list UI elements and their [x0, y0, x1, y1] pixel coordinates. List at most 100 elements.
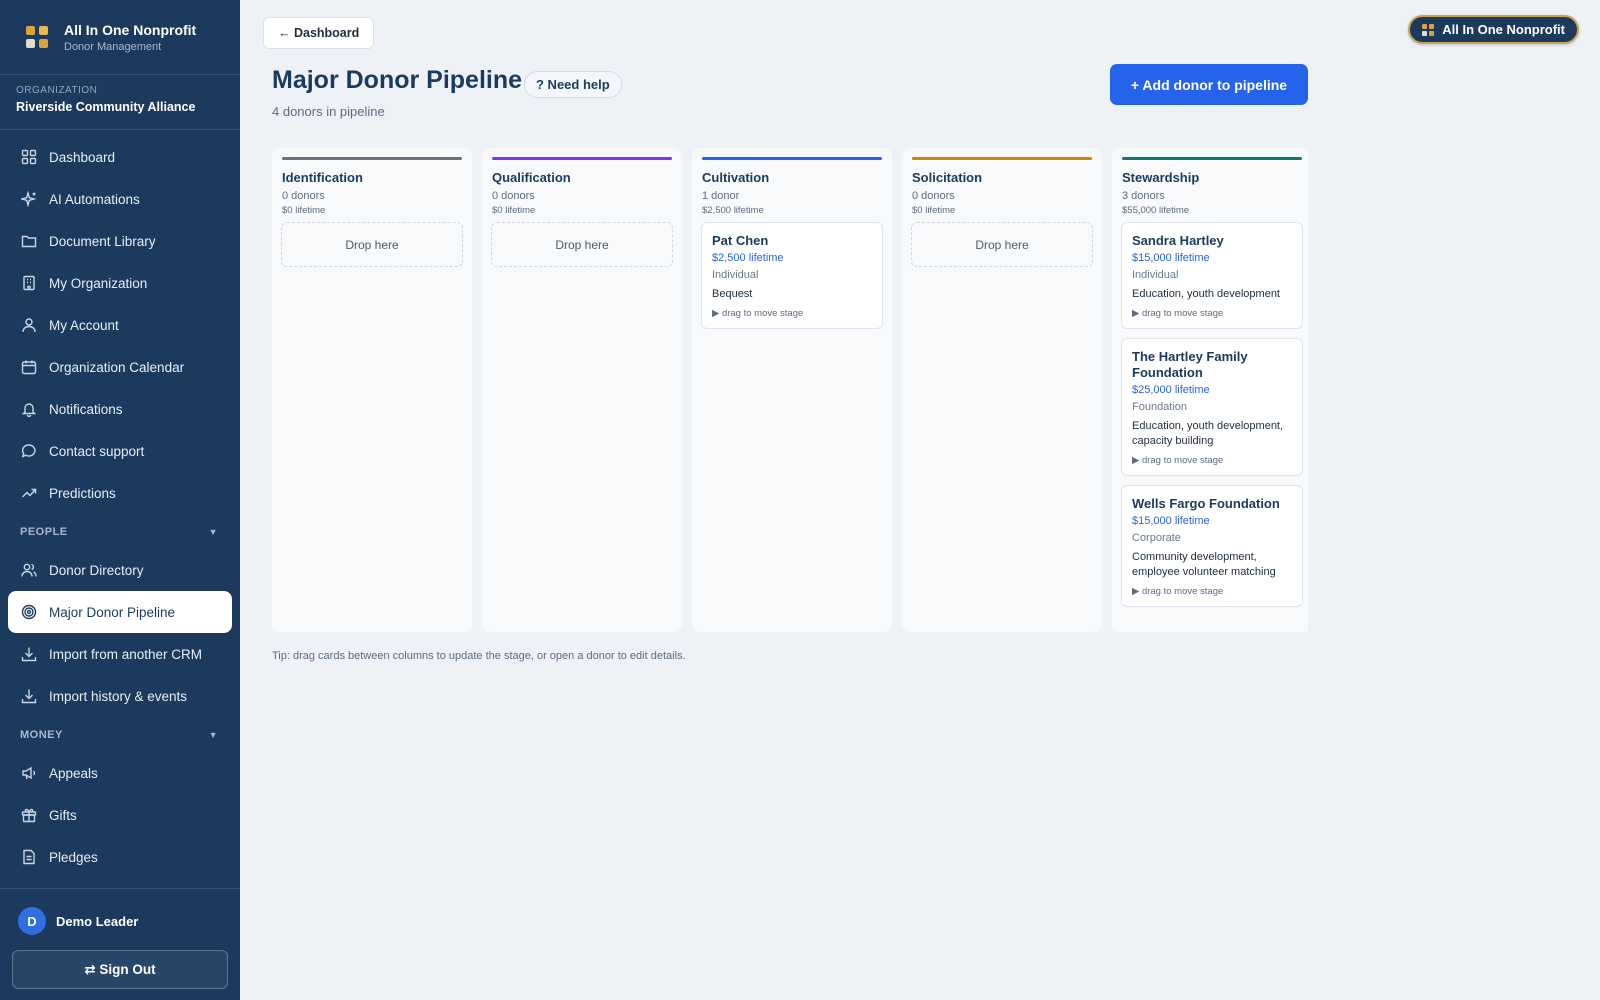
trend-icon: [22, 488, 37, 498]
donor-card[interactable]: The Hartley Family Foundation $25,000 li…: [1121, 338, 1303, 476]
sidebar-item-label: My Organization: [49, 275, 148, 291]
sidebar-item-import-history[interactable]: Import history & events: [0, 675, 232, 717]
pipeline-column-qualification[interactable]: Qualification 0 donors $0 lifetime Drop …: [482, 148, 682, 632]
sidebar-item-label: Gifts: [49, 807, 77, 823]
megaphone-icon: [22, 766, 36, 780]
column-lifetime: $0 lifetime: [282, 205, 326, 216]
caret-down-icon: ▼: [208, 526, 218, 537]
target-icon: [21, 604, 37, 620]
donor-interests: Community development, employee voluntee…: [1132, 551, 1276, 578]
sidebar-item-ai-automations[interactable]: AI Automations: [0, 178, 232, 220]
drag-hint[interactable]: ▶ drag to move stage: [1132, 308, 1292, 319]
donor-name[interactable]: Sandra Hartley: [1132, 233, 1292, 249]
stage-color-bar: [492, 157, 672, 160]
sidebar-item-import-crm[interactable]: Import from another CRM: [0, 633, 232, 675]
donor-lifetime-amount: $15,000 lifetime: [1132, 515, 1210, 527]
donor-type: Individual: [1132, 269, 1179, 281]
sidebar-item-label: Appeals: [49, 765, 98, 781]
grid-icon: [21, 149, 37, 165]
back-to-dashboard-button[interactable]: ← Dashboard: [263, 17, 375, 49]
bell-icon: [21, 403, 37, 417]
pipeline-column-solicitation[interactable]: Solicitation 0 donors $0 lifetime Drop h…: [902, 148, 1102, 632]
donor-type: Foundation: [1132, 401, 1188, 413]
column-title: Qualification: [492, 170, 571, 185]
sidebar-item-document-library[interactable]: Document Library: [0, 220, 232, 262]
sidebar-item-donor-directory[interactable]: Donor Directory: [0, 549, 232, 591]
stage-color-bar: [1122, 157, 1302, 160]
nav-section-label: MONEY: [20, 728, 63, 741]
donor-card[interactable]: Sandra Hartley $15,000 lifetime Individu…: [1121, 222, 1303, 329]
brand-header[interactable]: All In One Nonprofit Donor Management: [0, 0, 240, 75]
organization-label: ORGANIZATION: [16, 85, 98, 96]
need-help-button[interactable]: ? Need help: [524, 71, 622, 98]
sidebar-item-dashboard[interactable]: Dashboard: [0, 136, 232, 178]
drop-zone[interactable]: Drop here: [491, 222, 673, 267]
donor-type: Corporate: [1132, 532, 1181, 544]
stage-color-bar: [282, 157, 462, 160]
donor-card[interactable]: Wells Fargo Foundation $15,000 lifetime …: [1121, 485, 1303, 607]
sidebar-item-pledges[interactable]: Pledges: [0, 836, 232, 878]
page-title: Major Donor Pipeline: [272, 66, 523, 94]
download-icon: [21, 689, 37, 704]
column-title: Stewardship: [1122, 170, 1200, 185]
donor-name[interactable]: Pat Chen: [712, 233, 872, 249]
sidebar-item-label: Pledges: [49, 849, 98, 865]
document-icon: [23, 849, 35, 865]
sidebar-item-appeals[interactable]: Appeals: [0, 752, 232, 794]
drag-hint[interactable]: ▶ drag to move stage: [712, 308, 872, 319]
donor-name[interactable]: The Hartley Family Foundation: [1132, 349, 1292, 381]
sign-out-button[interactable]: ⇄ Sign Out: [12, 950, 228, 989]
drag-hint[interactable]: ▶ drag to move stage: [1132, 455, 1292, 466]
donor-interests: Education, youth development, capacity b…: [1132, 420, 1284, 447]
drop-zone[interactable]: Drop here: [281, 222, 463, 267]
column-count: 0 donors: [912, 190, 955, 202]
sidebar-item-label: AI Automations: [49, 191, 140, 207]
page-subtitle: 4 donors in pipeline: [272, 104, 385, 119]
column-count: 1 donor: [702, 190, 740, 202]
sparkle-icon: [21, 191, 37, 207]
stage-color-bar: [912, 157, 1092, 160]
donor-card[interactable]: Pat Chen $2,500 lifetime Individual Bequ…: [701, 222, 883, 329]
nav-section-people[interactable]: PEOPLE ▼: [0, 514, 240, 549]
sidebar-item-label: My Account: [49, 317, 119, 333]
folder-icon: [21, 235, 37, 248]
app-badge-button[interactable]: All In One Nonprofit: [1408, 15, 1579, 44]
sidebar-item-contact-support[interactable]: Contact support: [0, 430, 232, 472]
pipeline-column-cultivation[interactable]: Cultivation 1 donor $2,500 lifetime Pat …: [692, 148, 892, 632]
users-icon: [21, 563, 37, 577]
building-icon: [23, 275, 35, 291]
user-profile[interactable]: D Demo Leader: [0, 889, 240, 935]
nav-section-label: PEOPLE: [20, 525, 68, 538]
column-count: 0 donors: [282, 190, 325, 202]
drop-zone[interactable]: Drop here: [911, 222, 1093, 267]
sidebar-item-organization-calendar[interactable]: Organization Calendar: [0, 346, 232, 388]
brand-title: All In One Nonprofit: [64, 21, 197, 38]
nav-section-money[interactable]: MONEY ▼: [0, 717, 240, 752]
user-name: Demo Leader: [56, 913, 139, 929]
pipeline-column-stewardship[interactable]: Stewardship 3 donors $55,000 lifetime Sa…: [1112, 148, 1308, 632]
add-donor-button[interactable]: + Add donor to pipeline: [1110, 64, 1308, 105]
chat-icon: [21, 444, 36, 458]
sidebar-item-label: Organization Calendar: [49, 359, 185, 375]
column-count: 0 donors: [492, 190, 535, 202]
pipeline-board: Identification 0 donors $0 lifetime Drop…: [272, 148, 1308, 632]
sidebar-item-major-donor-pipeline[interactable]: Major Donor Pipeline: [8, 591, 232, 633]
donor-interests: Education, youth development: [1132, 288, 1280, 300]
app-logo-icon: [26, 26, 48, 48]
sidebar-item-label: Contact support: [49, 443, 145, 459]
donor-name[interactable]: Wells Fargo Foundation: [1132, 496, 1292, 512]
download-icon: [21, 647, 37, 662]
sidebar-item-gifts[interactable]: Gifts: [0, 794, 232, 836]
sidebar-item-predictions[interactable]: Predictions: [0, 472, 232, 514]
column-lifetime: $0 lifetime: [912, 205, 956, 216]
calendar-icon: [21, 360, 37, 375]
column-title: Cultivation: [702, 170, 770, 185]
sidebar-item-notifications[interactable]: Notifications: [0, 388, 232, 430]
pipeline-column-identification[interactable]: Identification 0 donors $0 lifetime Drop…: [272, 148, 472, 632]
drag-hint[interactable]: ▶ drag to move stage: [1132, 586, 1292, 597]
board-tip: Tip: drag cards between columns to updat…: [272, 650, 686, 662]
sidebar-item-my-organization[interactable]: My Organization: [0, 262, 232, 304]
sidebar-item-my-account[interactable]: My Account: [0, 304, 232, 346]
column-lifetime: $55,000 lifetime: [1122, 205, 1190, 216]
donor-lifetime-amount: $2,500 lifetime: [712, 252, 784, 264]
